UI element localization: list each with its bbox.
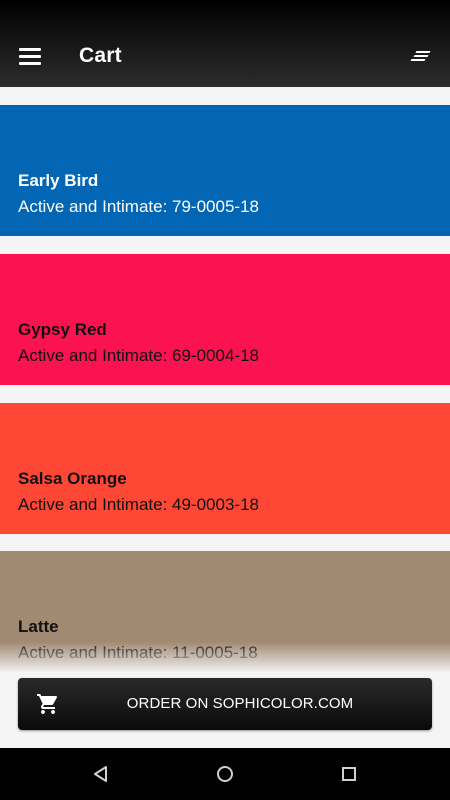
app-bar: Cart <box>0 0 450 87</box>
sort-lines-icon[interactable] <box>406 42 436 72</box>
page-title: Cart <box>79 44 122 67</box>
color-name: Early Bird <box>18 171 99 190</box>
order-area: ORDER ON SOPHICOLOR.COM <box>0 672 450 747</box>
recents-square-icon[interactable] <box>336 761 362 787</box>
system-nav-bar <box>0 748 450 800</box>
color-code: Active and Intimate: 69-0004-18 <box>18 346 259 365</box>
cart-item-card[interactable]: Salsa Orange Active and Intimate: 49-000… <box>0 403 450 534</box>
hamburger-menu-icon[interactable] <box>14 42 46 72</box>
order-button[interactable]: ORDER ON SOPHICOLOR.COM <box>18 678 432 730</box>
color-name: Latte <box>18 617 59 636</box>
color-code: Active and Intimate: 11-0005-18 <box>18 643 258 662</box>
color-code: Active and Intimate: 49-0003-18 <box>18 495 259 514</box>
home-circle-icon[interactable] <box>212 761 238 787</box>
cart-list[interactable]: Early Bird Active and Intimate: 79-0005-… <box>0 87 450 747</box>
color-code: Active and Intimate: 79-0005-18 <box>18 197 259 216</box>
cart-item-card[interactable]: Latte Active and Intimate: 11-0005-18 <box>0 551 450 682</box>
back-triangle-icon[interactable] <box>88 761 114 787</box>
color-name: Salsa Orange <box>18 469 127 488</box>
cart-item-card[interactable]: Gypsy Red Active and Intimate: 69-0004-1… <box>0 254 450 385</box>
color-name: Gypsy Red <box>18 320 107 339</box>
cart-item-card[interactable]: Early Bird Active and Intimate: 79-0005-… <box>0 105 450 236</box>
order-button-label: ORDER ON SOPHICOLOR.COM <box>126 695 354 712</box>
